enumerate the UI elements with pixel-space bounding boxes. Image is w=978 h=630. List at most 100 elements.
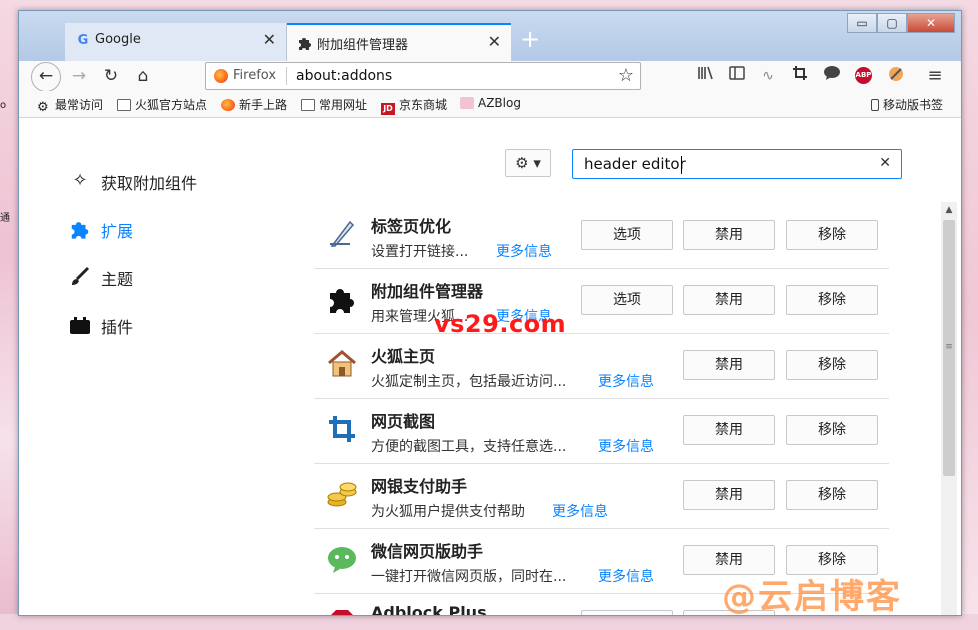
- new-tab-button[interactable]: +: [515, 25, 545, 55]
- reload-button[interactable]: ↻: [99, 64, 123, 88]
- addon-item[interactable]: 网银支付助手 为火狐用户提供支付帮助 更多信息 禁用 移除: [314, 464, 889, 529]
- bookmark-firefox-official[interactable]: 火狐官方站点: [117, 96, 207, 113]
- more-info-link[interactable]: 更多信息: [598, 566, 654, 586]
- addon-item[interactable]: 标签页优化 设置打开链接... 更多信息 选项 禁用 移除: [314, 204, 889, 269]
- addon-item[interactable]: 网页截图 方便的截图工具，支持任意选... 更多信息 禁用 移除: [314, 399, 889, 464]
- addon-name: 微信网页版助手: [371, 542, 484, 561]
- tab-title: 附加组件管理器: [317, 38, 409, 53]
- mobile-bookmarks[interactable]: 移动版书签: [871, 96, 943, 113]
- disable-button[interactable]: 禁用: [683, 415, 775, 445]
- bookmark-common-sites[interactable]: 常用网址: [301, 96, 367, 113]
- chat-icon[interactable]: [821, 65, 843, 87]
- remove-button[interactable]: 移除: [786, 415, 878, 445]
- crop-screenshot-icon[interactable]: [789, 65, 811, 87]
- puzzle-icon: [69, 218, 91, 240]
- category-label: 扩展: [101, 222, 134, 241]
- disable-button[interactable]: 禁用: [683, 480, 775, 510]
- bookmark-star-icon[interactable]: ☆: [618, 65, 634, 86]
- category-label: 获取附加组件: [101, 174, 198, 193]
- grip-icon: ≡: [945, 342, 953, 352]
- adblock-plus-icon: [326, 608, 358, 615]
- library-icon[interactable]: [695, 65, 717, 87]
- url-separator: [286, 67, 287, 85]
- scrollbar-thumb[interactable]: ≡: [943, 220, 955, 476]
- options-button[interactable]: [581, 610, 673, 615]
- scrollbar[interactable]: ▲ ≡: [941, 202, 957, 615]
- window-controls: ▭ ▢ ✕: [847, 13, 955, 33]
- bookmark-most-visited[interactable]: ⚙ 最常访问: [37, 96, 103, 114]
- jd-icon: JD: [381, 103, 395, 115]
- back-button[interactable]: ←: [31, 62, 61, 92]
- folder-icon: [117, 99, 131, 111]
- puzzle-icon: [326, 283, 358, 315]
- remove-button[interactable]: 移除: [786, 220, 878, 250]
- close-window-button[interactable]: ✕: [907, 13, 955, 33]
- bookmark-azblog[interactable]: AZBlog: [460, 96, 521, 110]
- menu-icon[interactable]: ≡: [924, 65, 946, 87]
- gear-icon: ⚙: [37, 100, 49, 115]
- tab-optimize-icon: [326, 218, 358, 250]
- addon-name: 火狐主页: [371, 347, 436, 366]
- crop-screenshot-icon: [326, 413, 358, 445]
- adblock-plus-icon[interactable]: ABP: [855, 67, 872, 84]
- bookmark-label: 新手上路: [239, 98, 288, 112]
- bookmark-label: AZBlog: [478, 96, 521, 110]
- addon-search-input[interactable]: header editor ✕: [572, 149, 902, 179]
- addon-name: 标签页优化: [371, 217, 452, 236]
- bookmark-jd[interactable]: JD 京东商城: [381, 96, 447, 115]
- category-label: 插件: [101, 318, 134, 337]
- maximize-button[interactable]: ▢: [877, 13, 907, 33]
- more-info-link[interactable]: 更多信息: [598, 436, 654, 456]
- header-editor-icon[interactable]: [885, 65, 907, 87]
- tools-gear-button[interactable]: ⚙ ▾: [505, 149, 551, 177]
- addon-description: 方便的截图工具，支持任意选...: [371, 439, 567, 455]
- addon-name: 附加组件管理器: [371, 282, 484, 301]
- url-text: about:addons: [296, 68, 393, 84]
- remove-button[interactable]: 移除: [786, 285, 878, 315]
- more-info-link[interactable]: 更多信息: [598, 371, 654, 391]
- more-info-link[interactable]: 更多信息: [552, 501, 608, 521]
- phone-icon: [871, 99, 879, 111]
- tab-title: Google: [95, 32, 141, 47]
- category-label: 主题: [101, 270, 134, 289]
- bookmark-label: 京东商城: [399, 98, 448, 112]
- plugin-icon: [69, 314, 91, 336]
- close-tab-icon[interactable]: ✕: [488, 32, 501, 51]
- home-button[interactable]: ⌂: [131, 64, 155, 88]
- desktop-right-edge: [960, 0, 978, 630]
- options-button[interactable]: 选项: [581, 220, 673, 250]
- brush-icon: [69, 266, 91, 288]
- minimize-button[interactable]: ▭: [847, 13, 877, 33]
- google-icon: G: [77, 33, 89, 48]
- folder-icon: [301, 99, 315, 111]
- close-tab-icon[interactable]: ✕: [263, 30, 276, 49]
- tab-google[interactable]: G Google ✕: [65, 23, 287, 61]
- bookmark-getting-started[interactable]: 新手上路: [221, 96, 287, 113]
- link-icon[interactable]: ∿: [757, 65, 779, 87]
- browser-window: G Google ✕ 附加组件管理器 ✕ + ▭ ▢ ✕ ← → ↻ ⌂ Fir…: [18, 10, 962, 616]
- addon-name: 网页截图: [371, 412, 436, 431]
- addon-item[interactable]: 附加组件管理器 用来管理火狐... 更多信息 选项 禁用 移除: [314, 269, 889, 334]
- house-icon: [326, 348, 358, 380]
- addon-item[interactable]: 火狐主页 火狐定制主页，包括最近访问... 更多信息 禁用 移除: [314, 334, 889, 399]
- addon-description: 设置打开链接...: [371, 244, 469, 260]
- forward-button[interactable]: →: [67, 64, 91, 88]
- url-bar[interactable]: Firefox about:addons ☆: [205, 62, 641, 90]
- sidebar-icon[interactable]: [726, 65, 748, 87]
- options-button[interactable]: 选项: [581, 285, 673, 315]
- addon-description: 火狐定制主页，包括最近访问...: [371, 374, 567, 390]
- clear-search-icon[interactable]: ✕: [879, 155, 891, 171]
- coins-icon: [326, 478, 358, 510]
- tab-addons-manager[interactable]: 附加组件管理器 ✕: [287, 23, 511, 61]
- wechat-icon: [326, 543, 358, 575]
- addon-name: 网银支付助手: [371, 477, 468, 496]
- scroll-up-arrow-icon[interactable]: ▲: [941, 202, 957, 218]
- bookmark-label: 常用网址: [319, 98, 368, 112]
- addon-description: 一键打开微信网页版，同时在...: [371, 569, 567, 585]
- disable-button[interactable]: 禁用: [683, 285, 775, 315]
- more-info-link[interactable]: 更多信息: [496, 241, 552, 261]
- disable-button[interactable]: 禁用: [683, 350, 775, 380]
- remove-button[interactable]: 移除: [786, 480, 878, 510]
- disable-button[interactable]: 禁用: [683, 220, 775, 250]
- remove-button[interactable]: 移除: [786, 350, 878, 380]
